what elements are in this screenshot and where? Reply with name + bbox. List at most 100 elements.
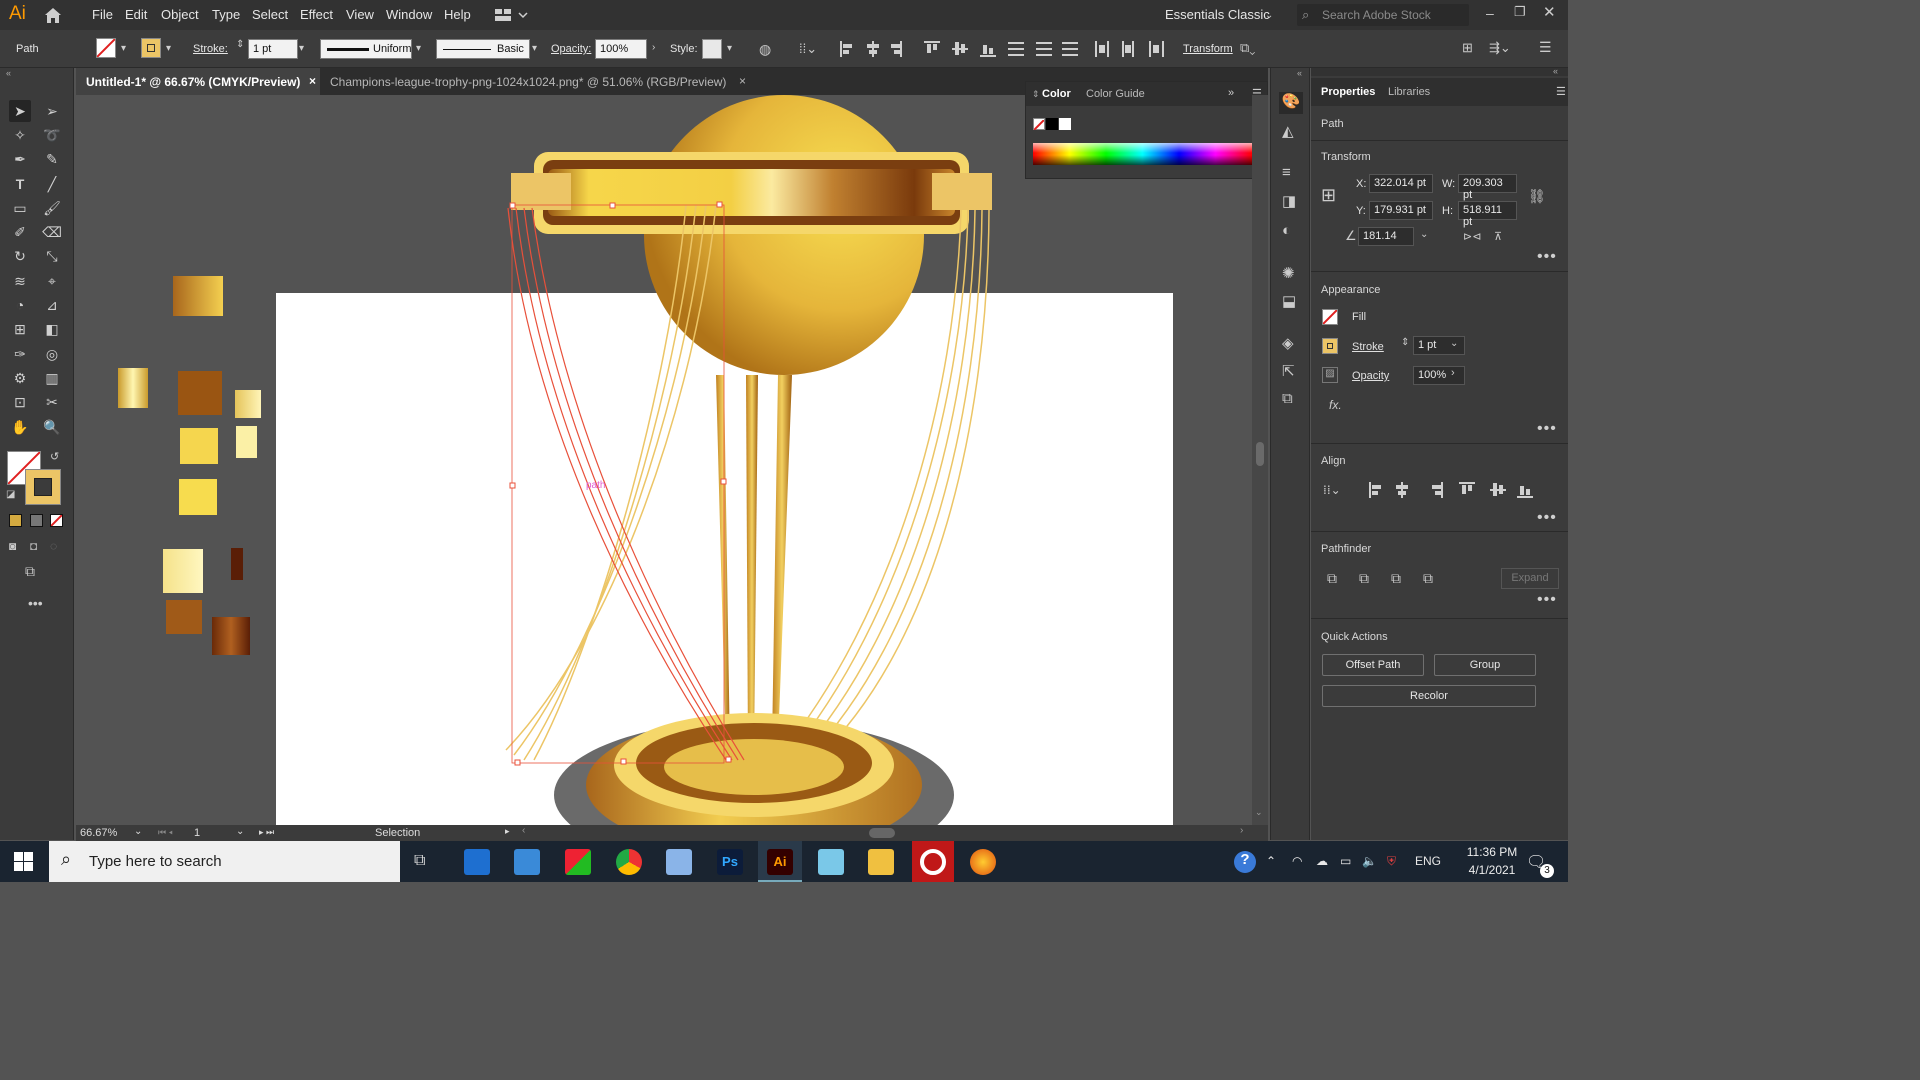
color-panel-icon[interactable]: 🎨 xyxy=(1279,92,1303,114)
chevron-down-icon[interactable]: ⌄ xyxy=(1450,338,1458,349)
panel-options-icon[interactable]: ⊞ xyxy=(1462,40,1473,56)
graphic-style-swatch[interactable] xyxy=(702,39,722,59)
swap-fill-stroke-icon[interactable]: ↺ xyxy=(50,450,59,463)
task-view-icon[interactable]: ⧉ xyxy=(414,852,425,870)
vertical-scroll-thumb[interactable] xyxy=(1256,442,1264,466)
stroke-swatch[interactable] xyxy=(141,38,161,58)
menu-type[interactable]: Type xyxy=(212,7,240,22)
home-icon[interactable] xyxy=(43,6,63,24)
isolate-icon[interactable]: ⧉⌄ xyxy=(1240,40,1255,56)
stepper-icon[interactable]: ⇕ xyxy=(1032,89,1040,100)
vertical-scrollbar[interactable]: ⌄ xyxy=(1252,95,1268,825)
curvature-icon[interactable]: ✎ xyxy=(41,148,63,170)
magic-wand-icon[interactable]: ✧ xyxy=(9,124,31,146)
h-field[interactable]: 518.911 pt xyxy=(1458,201,1517,228)
none-swatch[interactable] xyxy=(1033,118,1045,131)
slice-icon[interactable]: ✂ xyxy=(41,391,63,413)
gradient-panel-icon[interactable]: ◨ xyxy=(1282,192,1296,210)
zoom-level[interactable]: 66.67% xyxy=(80,827,130,839)
swatch-sample[interactable] xyxy=(231,548,243,580)
black-swatch[interactable] xyxy=(1046,118,1058,130)
swatch-sample[interactable] xyxy=(235,390,261,418)
arrange-documents-icon[interactable] xyxy=(495,8,529,22)
opacity-field[interactable]: 100% xyxy=(595,39,647,59)
swatch-sample[interactable] xyxy=(166,600,202,634)
menu-object[interactable]: Object xyxy=(161,7,199,22)
swatch-sample[interactable] xyxy=(163,549,203,593)
reference-point-icon[interactable]: ⊞ xyxy=(1321,185,1336,206)
scroll-left-icon[interactable]: ‹ xyxy=(522,825,525,836)
firefox-icon[interactable] xyxy=(970,849,996,875)
minimize-icon[interactable]: – xyxy=(1486,5,1494,21)
trophy-artwork[interactable]: path xyxy=(76,95,1268,825)
close-icon[interactable]: ✕ xyxy=(1543,3,1556,21)
gradient-mode-icon[interactable] xyxy=(30,514,43,527)
clock-time[interactable]: 11:36 PM xyxy=(1456,845,1528,859)
export-icon[interactable]: ⇱ xyxy=(1282,362,1295,380)
taskbar-search[interactable]: ⌕ Type here to search xyxy=(49,841,400,882)
artboards-icon[interactable]: ⧉ xyxy=(1282,390,1293,407)
windows-start-icon[interactable] xyxy=(14,852,34,872)
swatch-sample[interactable] xyxy=(173,276,223,316)
graph-tool-icon[interactable]: ▥ xyxy=(41,367,63,389)
none-mode-icon[interactable] xyxy=(50,514,63,527)
chevron-down-icon[interactable]: ⌄ xyxy=(1420,229,1428,240)
menu-view[interactable]: View xyxy=(346,7,374,22)
intersect-icon[interactable]: ⧉ xyxy=(1391,570,1401,587)
pen-tool-icon[interactable]: ✒ xyxy=(9,148,31,170)
eraser-icon[interactable]: ⌫ xyxy=(41,221,63,243)
opacity-label[interactable]: Opacity: xyxy=(551,43,591,55)
more-options-icon[interactable]: ••• xyxy=(1537,509,1557,527)
stepper-icon[interactable]: ⇕ xyxy=(1401,337,1409,348)
color-spectrum[interactable] xyxy=(1033,143,1252,165)
draw-normal-icon[interactable]: ◙ xyxy=(9,539,16,553)
recolor-artwork-icon[interactable]: ◍ xyxy=(759,41,771,58)
stroke-swatch-large[interactable] xyxy=(25,469,61,505)
more-options-icon[interactable]: ••• xyxy=(1537,420,1557,438)
stroke-swatch[interactable] xyxy=(1322,338,1338,354)
stroke-weight-field[interactable]: 1 pt xyxy=(248,39,298,59)
eyedropper-icon[interactable]: ✑ xyxy=(9,343,31,365)
menu-help[interactable]: Help xyxy=(444,7,471,22)
stepper-icon[interactable]: ⇕ xyxy=(236,39,244,50)
fx-icon[interactable]: fx. xyxy=(1329,398,1342,412)
draw-behind-icon[interactable]: ◘ xyxy=(30,539,37,553)
chevron-down-icon[interactable]: ▾ xyxy=(727,43,732,54)
perspective-grid-icon[interactable]: ⊿ xyxy=(41,294,63,316)
brush-definition[interactable]: Basic xyxy=(436,39,530,59)
blend-icon[interactable]: ◎ xyxy=(41,343,63,365)
flip-horizontal-icon[interactable]: ⊳⊲ xyxy=(1463,230,1481,243)
fill-none-swatch[interactable] xyxy=(1322,309,1338,325)
tab-untitled[interactable]: Untitled-1* @ 66.67% (CMYK/Preview) × xyxy=(76,68,320,95)
scale-icon[interactable]: ⤡ xyxy=(41,245,63,267)
color-guide-icon[interactable]: ◭ xyxy=(1282,122,1294,140)
mesh-icon[interactable]: ⊞ xyxy=(9,318,31,340)
help-icon[interactable]: ? xyxy=(1234,851,1256,873)
workspace-switcher[interactable]: Essentials Classic xyxy=(1165,7,1270,22)
shaper-icon[interactable]: ✐ xyxy=(9,221,31,243)
menu-select[interactable]: Select xyxy=(252,7,288,22)
recolor-button[interactable]: Recolor xyxy=(1322,685,1536,707)
stock-search[interactable]: ⌕ Search Adobe Stock xyxy=(1297,4,1469,26)
unite-icon[interactable]: ⧉ xyxy=(1327,570,1337,587)
align-buttons-icon[interactable] xyxy=(838,40,1078,58)
stroke-label[interactable]: Stroke xyxy=(1352,341,1384,353)
more-options-icon[interactable]: ••• xyxy=(1537,248,1557,266)
swatch-sample[interactable] xyxy=(179,479,217,515)
next-artboard-icon[interactable]: ▸ ⏭ xyxy=(259,827,274,838)
variable-width-profile[interactable]: Uniform xyxy=(320,39,412,59)
opacity-label[interactable]: Opacity xyxy=(1352,370,1389,382)
warp-icon[interactable]: ≋ xyxy=(9,270,31,292)
antivirus-icon[interactable]: ⛨ xyxy=(1387,854,1396,869)
opacity-field[interactable]: 100% xyxy=(1413,366,1465,385)
more-tools-icon[interactable]: ••• xyxy=(28,595,43,611)
swatch-sample[interactable] xyxy=(236,426,257,458)
collapse-icon[interactable]: « xyxy=(1297,68,1302,78)
swatch-sample[interactable] xyxy=(180,428,218,464)
lasso-icon[interactable]: ➰ xyxy=(41,124,63,146)
artboard-number[interactable]: 1 xyxy=(194,827,200,839)
line-tool-icon[interactable]: ╱ xyxy=(41,173,63,195)
tab-color-guide[interactable]: Color Guide xyxy=(1086,88,1145,100)
collapse-icon[interactable]: « xyxy=(6,68,11,78)
file-explorer-icon[interactable] xyxy=(868,849,894,875)
